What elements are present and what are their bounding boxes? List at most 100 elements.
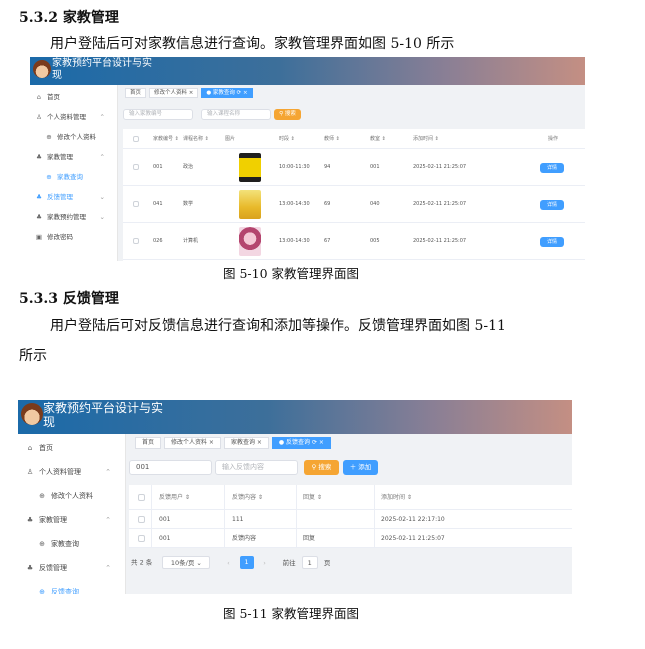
row-checkbox[interactable] [138,516,145,523]
column-header[interactable]: 时段 ⇕ [279,129,295,149]
tab[interactable]: 首页 [135,437,162,449]
sidebar-item[interactable]: ♙ 个人资料管理 ⌃ [30,107,117,127]
goto-label: 前往 [282,558,296,567]
chevron-icon: ⌄ [99,193,105,201]
section-5-3-3-paragraph-line2: 所示 [19,348,47,364]
chevron-icon: ⌃ [105,564,111,572]
next-page-icon[interactable]: › [259,557,271,570]
table-cell: 13:00-14:30 [279,238,310,244]
sidebar-item[interactable]: ⊕ 家教查询 [30,167,117,187]
select-all-checkbox[interactable] [133,136,139,142]
menu-icon: ♣ [36,193,42,201]
menu-icon: ⊕ [39,588,45,594]
tab-active[interactable]: ● 家教查询 ⟳ × [201,88,253,98]
sidebar-item[interactable]: ♙ 个人资料管理 ⌃ [18,460,125,484]
sidebar-menu: ⌂ 首页 ♙ 个人资料管理 ⌃ ⊕ 修改个人资料 ♣ 家教管理 ⌃ ⊕ 家教查询 ♣ 反馈管理 ⌄ ♣ 家教预约… [30,85,118,261]
column-header[interactable]: 图片 [225,129,235,149]
column-divider [151,485,152,548]
chevron-icon: ⌃ [99,153,105,161]
tab[interactable]: 首页 [125,88,147,98]
sidebar-item[interactable]: ♣ 家教管理 ⌃ [30,147,117,167]
column-header[interactable]: 添加时间 ⇕ [381,485,412,510]
page-size-select[interactable]: 10条/页 ⌄ [162,556,211,569]
chevron-icon: ⌄ [99,213,105,221]
sidebar-item-label: 家教查询 [57,173,83,181]
feedback-user-search-input[interactable]: 001 [129,460,212,475]
add-button[interactable]: ＋ 添加 [343,460,378,475]
tab[interactable]: 修改个人资料 × [149,88,199,98]
menu-icon: ⊕ [39,492,45,500]
tab-active[interactable]: ● 反馈查询 ⟳ × [271,437,331,449]
table-cell: 数学 [183,201,194,207]
sidebar-item[interactable]: ⊕ 家教查询 [18,532,125,556]
course-thumbnail-image [239,227,261,256]
column-header[interactable]: 教室 ⇕ [370,129,386,149]
tutor-table: 家教编号 ⇕ 课程名称 ⇕ 图片 时段 ⇕ 教师 ⇕ 教室 ⇕ 添加时间 ⇕ 操作 001 政治 1… [123,129,585,261]
sidebar-item[interactable]: ⌂ 首页 [18,436,125,460]
table-cell: 67 [324,238,331,244]
current-page-button[interactable]: 1 [239,556,254,569]
search-button[interactable]: ⚲ 搜索 [304,460,339,475]
tab[interactable]: 家教查询 × [223,437,269,449]
column-header[interactable]: 家教编号 ⇕ [153,129,179,149]
column-header[interactable]: 回复 ⇕ [303,485,322,510]
detail-button[interactable]: 详情 [540,200,564,210]
table-cell: 111 [232,516,244,523]
column-header[interactable]: 教师 ⇕ [324,129,340,149]
column-header[interactable]: 反馈内容 ⇕ [232,485,263,510]
sidebar-item-label: 个人资料管理 [47,113,86,121]
figure-5-10-screenshot: 家教预约平台设计与实 现 ⌂ 首页 ♙ 个人资料管理 ⌃ ⊕ 修改个人资料 ♣ 家教管理 ⌃ ⊕ 家教… [30,57,585,261]
row-checkbox[interactable] [138,535,145,542]
sidebar-item-label: 首页 [47,93,60,101]
chevron-icon: ⌃ [99,113,105,121]
avatar-logo-icon [33,60,51,78]
table-header-row: 反馈用户 ⇕ 反馈内容 ⇕ 回复 ⇕ 添加时间 ⇕ [129,485,572,510]
sidebar-item-label: 家教查询 [51,540,79,548]
chevron-icon: ⌃ [105,516,111,524]
feedback-table: 反馈用户 ⇕ 反馈内容 ⇕ 回复 ⇕ 添加时间 ⇕ 001 111 2025-02-11 2… [129,485,572,548]
prev-page-icon[interactable]: ‹ [222,557,234,570]
table-cell: 2025-02-11 21:25:07 [413,201,467,207]
goto-page-input[interactable]: 1 [301,556,318,569]
row-checkbox[interactable] [133,201,139,207]
app-banner: 家教预约平台设计与实 现 [18,400,572,434]
sidebar-item[interactable]: ⊕ 反馈查询 [18,580,125,594]
table-cell: 计算机 [183,238,199,244]
column-header[interactable]: 课程名称 ⇕ [183,129,209,149]
sidebar-item-label: 反馈管理 [39,564,67,572]
column-divider [224,485,225,548]
sidebar-item-label: 家教管理 [47,153,73,161]
detail-button[interactable]: 详情 [540,237,564,247]
feedback-content-search-input[interactable]: 输入反馈内容 [215,460,298,475]
sidebar-item[interactable]: ♣ 反馈管理 ⌄ [30,187,117,207]
sidebar-item[interactable]: ♣ 反馈管理 ⌃ [18,556,125,580]
search-button[interactable]: ⚲ 搜索 [274,109,301,120]
menu-icon: ▣ [35,233,43,241]
tutor-id-search-input[interactable]: 输入家教编号 [123,109,193,120]
sidebar-item[interactable]: ⌂ 首页 [30,87,117,107]
sidebar-item[interactable]: ⊕ 修改个人资料 [30,127,117,147]
column-header[interactable]: 操作 [548,129,558,149]
column-header[interactable]: 添加时间 ⇕ [413,129,439,149]
detail-button[interactable]: 详情 [540,163,564,173]
row-checkbox[interactable] [133,164,139,170]
course-name-search-input[interactable]: 输入课程名称 [201,109,271,120]
column-header[interactable]: 反馈用户 ⇕ [159,485,190,510]
table-cell: 政治 [183,164,194,170]
sidebar-item[interactable]: ♣ 家教预约管理 ⌄ [30,207,117,227]
row-checkbox[interactable] [133,238,139,244]
sidebar-item-label: 家教预约管理 [47,213,86,221]
tab[interactable]: 修改个人资料 × [164,437,221,449]
sidebar-item-label: 个人资料管理 [39,468,81,476]
table-cell: 040 [370,201,380,207]
sidebar-item[interactable]: ♣ 家教管理 ⌃ [18,508,125,532]
menu-icon: ♣ [26,564,34,572]
sidebar-item[interactable]: ⊕ 修改个人资料 [18,484,125,508]
select-all-checkbox[interactable] [138,494,145,501]
sidebar-item[interactable]: ▣ 修改密码 [30,227,117,247]
table-cell: 13:00-14:30 [279,201,310,207]
menu-icon: ⊕ [46,173,52,181]
menu-icon: ♣ [26,516,34,524]
table-cell: 2025-02-11 22:17:10 [381,516,445,523]
menu-icon: ♣ [36,213,42,221]
